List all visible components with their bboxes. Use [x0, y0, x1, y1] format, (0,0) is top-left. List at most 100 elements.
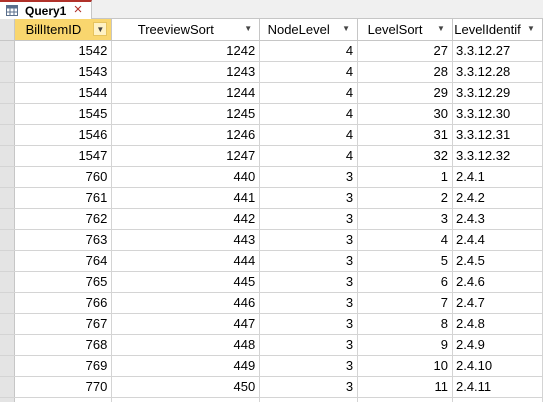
- table-cell[interactable]: 443: [111, 229, 261, 251]
- table-cell[interactable]: 3: [259, 292, 359, 314]
- table-row[interactable]: 765 445 3 6 2.4.6: [0, 271, 543, 293]
- table-row[interactable]: 760 440 3 1 2.4.1: [0, 166, 543, 188]
- table-cell[interactable]: 3: [259, 355, 359, 377]
- table-cell[interactable]: 2.4.2: [452, 187, 543, 209]
- table-cell[interactable]: 1543: [14, 61, 113, 83]
- table-cell[interactable]: 4: [259, 145, 359, 167]
- column-header-treeviewsort[interactable]: TreeviewSort ▼: [111, 19, 261, 41]
- chevron-down-icon[interactable]: ▼: [93, 22, 108, 36]
- table-row[interactable]: 1543 1243 4 28 3.3.12.28: [0, 61, 543, 83]
- table-cell[interactable]: 762: [14, 208, 113, 230]
- table-cell[interactable]: 9: [357, 334, 453, 356]
- table-cell[interactable]: 2.4.6: [452, 271, 543, 293]
- table-row[interactable]: 769 449 3 10 2.4.10: [0, 355, 543, 377]
- table-cell[interactable]: 4: [357, 229, 453, 251]
- table-cell[interactable]: 32: [357, 145, 453, 167]
- table-cell[interactable]: 440: [111, 166, 261, 188]
- row-selector[interactable]: [0, 334, 16, 356]
- table-cell[interactable]: 3: [259, 187, 359, 209]
- table-cell[interactable]: 7: [357, 292, 453, 314]
- table-cell[interactable]: 4: [259, 124, 359, 146]
- table-cell[interactable]: 765: [14, 271, 113, 293]
- table-row[interactable]: 763 443 3 4 2.4.4: [0, 229, 543, 251]
- table-row[interactable]: 7714513122.4.12: [0, 397, 543, 402]
- chevron-down-icon[interactable]: ▼: [434, 22, 448, 36]
- table-cell[interactable]: 3: [259, 250, 359, 272]
- row-selector[interactable]: [0, 376, 16, 398]
- table-cell[interactable]: 766: [14, 292, 113, 314]
- row-selector[interactable]: [0, 397, 16, 402]
- table-cell[interactable]: 3: [259, 376, 359, 398]
- table-cell[interactable]: 4: [259, 82, 359, 104]
- table-row[interactable]: 762 442 3 3 2.4.3: [0, 208, 543, 230]
- table-cell[interactable]: 3.3.12.31: [452, 124, 543, 146]
- table-cell[interactable]: 3.3.12.28: [452, 61, 543, 83]
- table-cell[interactable]: 4: [259, 61, 359, 83]
- table-cell[interactable]: 768: [14, 334, 113, 356]
- table-cell[interactable]: 1243: [111, 61, 261, 83]
- table-cell[interactable]: 446: [111, 292, 261, 314]
- table-cell[interactable]: 27: [357, 40, 453, 62]
- row-selector[interactable]: [0, 355, 16, 377]
- table-cell[interactable]: 442: [111, 208, 261, 230]
- table-cell[interactable]: 3: [259, 229, 359, 251]
- table-row[interactable]: 767 447 3 8 2.4.8: [0, 313, 543, 335]
- table-cell[interactable]: 8: [357, 313, 453, 335]
- table-cell[interactable]: 2.4.3: [452, 208, 543, 230]
- table-cell[interactable]: 3: [357, 208, 453, 230]
- table-cell[interactable]: 6: [357, 271, 453, 293]
- table-cell[interactable]: 764: [14, 250, 113, 272]
- table-cell[interactable]: 1545: [14, 103, 113, 125]
- row-selector[interactable]: [0, 103, 16, 125]
- table-cell[interactable]: 12: [357, 397, 453, 402]
- table-row[interactable]: 1546 1246 4 31 3.3.12.31: [0, 124, 543, 146]
- row-selector[interactable]: [0, 166, 16, 188]
- table-row[interactable]: 1542 1242 4 27 3.3.12.27: [0, 40, 543, 62]
- tab-query1[interactable]: Query1 ×: [0, 0, 92, 20]
- table-cell[interactable]: 1245: [111, 103, 261, 125]
- table-cell[interactable]: 2.4.11: [452, 376, 543, 398]
- table-cell[interactable]: 3: [259, 334, 359, 356]
- row-selector[interactable]: [0, 292, 16, 314]
- table-cell[interactable]: 2.4.10: [452, 355, 543, 377]
- table-cell[interactable]: 445: [111, 271, 261, 293]
- table-cell[interactable]: 450: [111, 376, 261, 398]
- table-cell[interactable]: 761: [14, 187, 113, 209]
- table-cell[interactable]: 1: [357, 166, 453, 188]
- row-selector[interactable]: [0, 124, 16, 146]
- column-header-billitemid[interactable]: BillItemID ▼: [14, 19, 113, 41]
- row-selector[interactable]: [0, 187, 16, 209]
- table-cell[interactable]: 1247: [111, 145, 261, 167]
- table-row[interactable]: 770 450 3 11 2.4.11: [0, 376, 543, 398]
- table-cell[interactable]: 1547: [14, 145, 113, 167]
- table-cell[interactable]: 449: [111, 355, 261, 377]
- table-cell[interactable]: 3.3.12.30: [452, 103, 543, 125]
- table-cell[interactable]: 3.3.12.27: [452, 40, 543, 62]
- column-header-levelsort[interactable]: LevelSort ▼: [357, 19, 453, 41]
- table-cell[interactable]: 3.3.12.29: [452, 82, 543, 104]
- table-cell[interactable]: 29: [357, 82, 453, 104]
- table-cell[interactable]: 3: [259, 166, 359, 188]
- chevron-down-icon[interactable]: ▼: [241, 22, 255, 36]
- table-cell[interactable]: 763: [14, 229, 113, 251]
- table-cell[interactable]: 3: [259, 313, 359, 335]
- table-cell[interactable]: 448: [111, 334, 261, 356]
- table-cell[interactable]: 28: [357, 61, 453, 83]
- table-cell[interactable]: 1542: [14, 40, 113, 62]
- row-selector[interactable]: [0, 271, 16, 293]
- row-selector[interactable]: [0, 145, 16, 167]
- table-cell[interactable]: 31: [357, 124, 453, 146]
- table-cell[interactable]: 2.4.9: [452, 334, 543, 356]
- table-cell[interactable]: 767: [14, 313, 113, 335]
- table-cell[interactable]: 2: [357, 187, 453, 209]
- table-cell[interactable]: 2.4.5: [452, 250, 543, 272]
- row-selector[interactable]: [0, 61, 16, 83]
- table-cell[interactable]: 2.4.12: [452, 397, 543, 402]
- close-icon[interactable]: ×: [70, 2, 86, 19]
- table-cell[interactable]: 11: [357, 376, 453, 398]
- table-cell[interactable]: 10: [357, 355, 453, 377]
- table-cell[interactable]: 3.3.12.32: [452, 145, 543, 167]
- table-row[interactable]: 761 441 3 2 2.4.2: [0, 187, 543, 209]
- table-row[interactable]: 766 446 3 7 2.4.7: [0, 292, 543, 314]
- row-selector[interactable]: [0, 250, 16, 272]
